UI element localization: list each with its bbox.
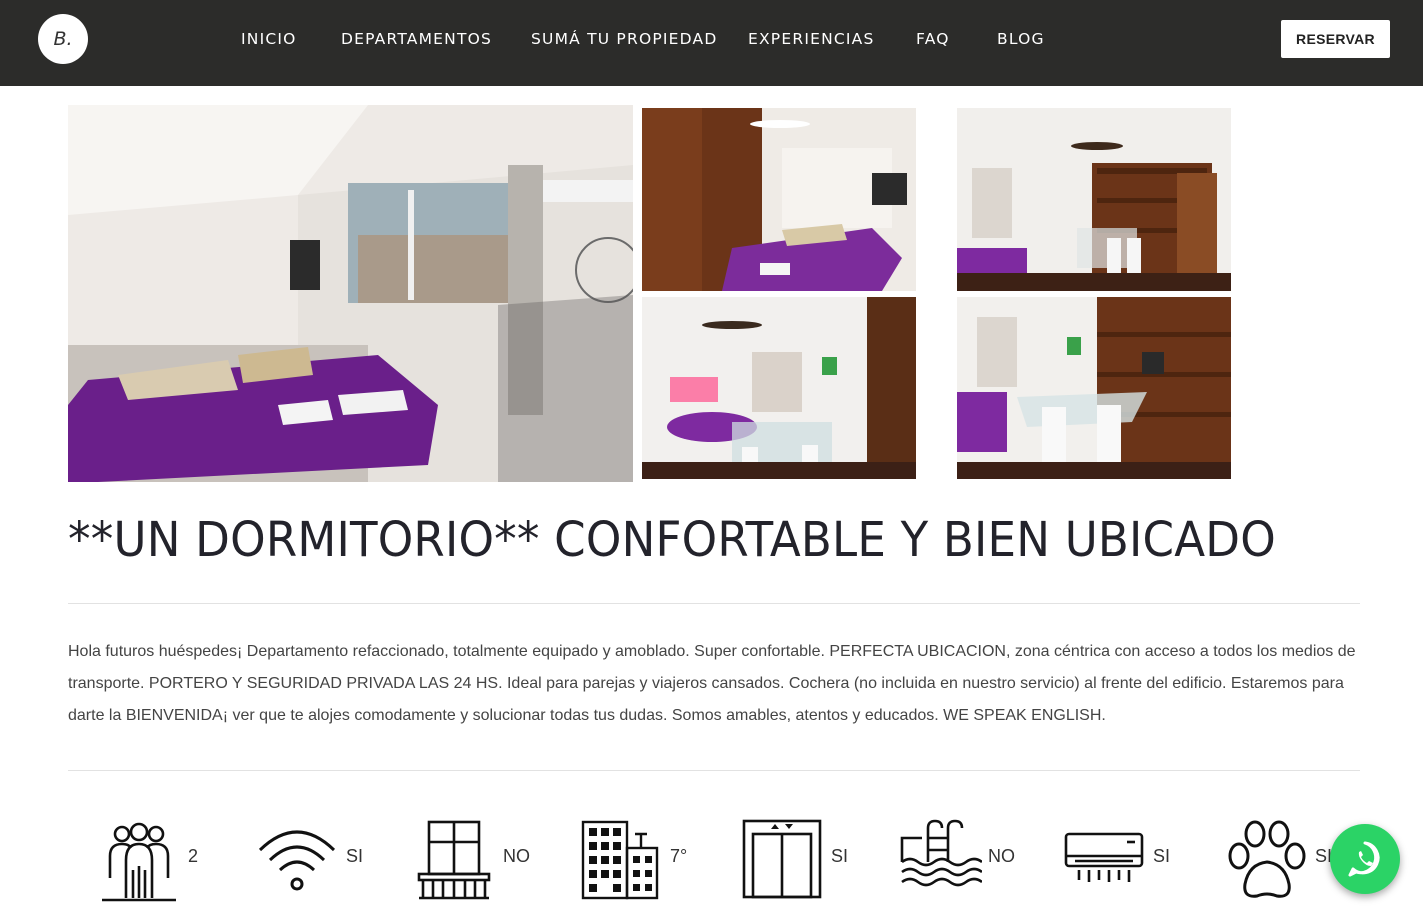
amenity-wifi-value: SI (346, 846, 364, 866)
amenity-pets: SI (1225, 818, 1335, 904)
nav-link-experiencias[interactable]: EXPERIENCIAS (748, 30, 875, 48)
gallery-photo-dining-area[interactable] (642, 297, 916, 479)
listing-title: **UN DORMITORIO** CONFORTABLE Y BIEN UBI… (68, 512, 1276, 568)
pool-icon (900, 819, 982, 887)
amenity-air-conditioning: SI (1063, 818, 1173, 904)
amenity-wifi: SI (256, 818, 366, 904)
top-navbar: B. INICIO DEPARTAMENTOS SUMÁ TU PROPIEDA… (0, 0, 1423, 86)
amenity-air-conditioning-value: SI (1153, 846, 1171, 866)
nav-link-departamentos[interactable]: DEPARTAMENTOS (341, 30, 492, 48)
amenity-elevator-value: SI (831, 846, 849, 866)
gallery-photo-living-room[interactable] (957, 108, 1231, 291)
gallery-photo-dining-shelves[interactable] (957, 297, 1231, 479)
title-divider (68, 603, 1360, 604)
elevator-icon (742, 819, 822, 899)
gallery-photo-main-bedroom[interactable] (68, 105, 633, 482)
gallery-photo-bedroom-wardrobe[interactable] (642, 108, 916, 291)
amenity-balcony-value: NO (503, 846, 530, 866)
pets-icon (1228, 820, 1306, 898)
amenity-guests: 2 (98, 818, 208, 904)
balcony-icon (417, 820, 491, 900)
amenity-pool-value: NO (988, 846, 1015, 866)
amenity-floor: 7° (579, 818, 689, 904)
listing-description: Hola futuros huéspedes¡ Departamento ref… (68, 643, 1356, 724)
nav-link-faq[interactable]: FAQ (916, 30, 950, 48)
logo[interactable]: B. (38, 14, 88, 64)
amenity-pool: NO (898, 818, 1018, 904)
wifi-icon (258, 830, 336, 891)
description-divider (68, 770, 1360, 771)
amenity-guests-value: 2 (188, 846, 199, 866)
whatsapp-chat-button[interactable] (1330, 824, 1400, 894)
whatsapp-icon (1348, 841, 1380, 877)
nav-link-blog[interactable]: BLOG (997, 30, 1045, 48)
amenity-floor-value: 7° (670, 846, 688, 866)
amenity-elevator: SI (741, 818, 851, 904)
air-conditioning-icon (1064, 832, 1144, 882)
reserve-button[interactable]: RESERVAR (1281, 20, 1390, 58)
guests-icon (102, 822, 176, 902)
amenity-balcony: NO (415, 818, 530, 904)
nav-link-inicio[interactable]: INICIO (241, 30, 297, 48)
building-floor-icon (581, 820, 659, 900)
nav-link-suma-tu-propiedad[interactable]: SUMÁ TU PROPIEDAD (531, 30, 717, 48)
